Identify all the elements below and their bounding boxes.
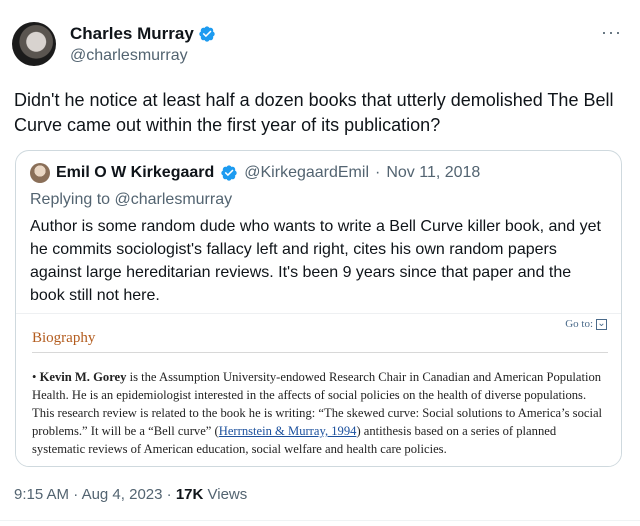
quoted-tweet-image[interactable]: Go to: ⌄ Biography • Kevin M. Gorey is t… [16,313,621,466]
section-title: Biography [32,330,96,346]
replying-to: Replying to @charlesmurray [30,191,233,208]
quoted-tweet[interactable]: Emil O W Kirkegaard @KirkegaardEmil · No… [15,150,622,467]
citation-link: Herrnstein & Murray, 1994 [218,424,357,438]
tweet-date[interactable]: Aug 4, 2023 [82,486,163,503]
biography-paragraph: • Kevin M. Gorey is the Assumption Unive… [32,368,608,458]
quoted-author-avatar[interactable] [30,163,50,183]
quoted-tweet-date[interactable]: Nov 11, 2018 [386,164,480,182]
goto-link: Go to: ⌄ [565,318,607,330]
verified-badge-icon [221,165,237,181]
quoted-author-name[interactable]: Emil O W Kirkegaard [56,164,214,182]
author-handle[interactable]: @charlesmurray [70,47,188,65]
tweet-time[interactable]: 9:15 AM [14,486,69,503]
bottom-divider [0,520,640,521]
tweet-header: Charles Murray @charlesmurray ··· [12,16,628,68]
tweet-text: Didn't he notice at least half a dozen b… [14,90,614,135]
more-options-button[interactable]: ··· [601,22,622,43]
bullet: • [32,370,37,384]
goto-label: Go to: [565,318,593,330]
author-name-row[interactable]: Charles Murray [70,24,216,44]
meta-separator: · [166,486,172,503]
views-count: 17K [175,486,204,503]
verified-badge-icon [199,26,215,42]
tweet-metadata: 9:15 AM · Aug 4, 2023 · 17K Views [14,486,247,503]
bio-name: Kevin M. Gorey [39,370,127,384]
quoted-author-handle: @KirkegaardEmil [244,164,369,181]
meta-separator: · [73,486,79,503]
quoted-tweet-header: Emil O W Kirkegaard @KirkegaardEmil · No… [30,163,480,183]
meta-separator: · [375,164,381,181]
views-label: Views [207,486,248,503]
author-name[interactable]: Charles Murray [70,24,194,44]
chevron-down-icon: ⌄ [596,318,607,330]
quoted-tweet-text: Author is some random dude who wants to … [30,218,601,304]
section-divider [32,352,608,353]
author-avatar[interactable] [12,22,56,66]
